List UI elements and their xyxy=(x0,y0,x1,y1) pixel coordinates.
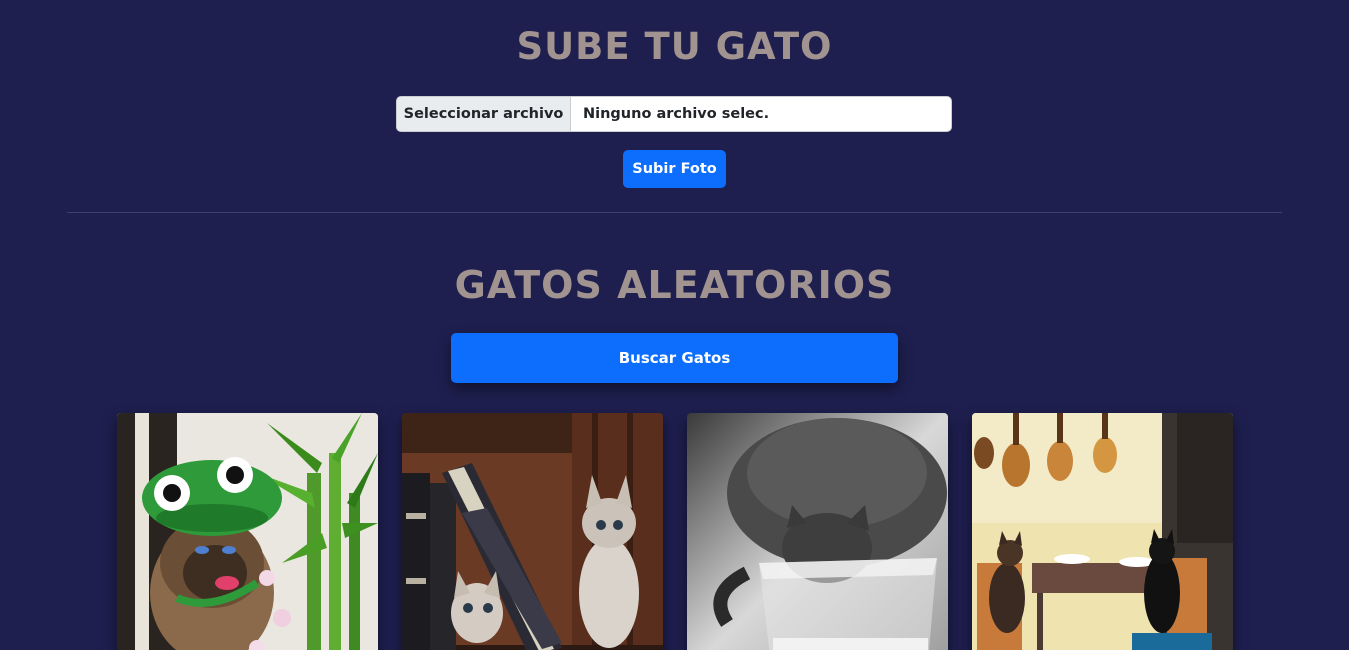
cat-photo-card[interactable] xyxy=(972,413,1233,650)
cat-photo-milk-glass xyxy=(687,413,948,650)
search-cats-button[interactable]: Buscar Gatos xyxy=(451,333,898,383)
cat-photo-frog-hat xyxy=(117,413,378,650)
file-name-text: Ninguno archivo selec. xyxy=(583,106,770,122)
cat-photo-card[interactable] xyxy=(687,413,948,650)
page: SUBE TU GATO Seleccionar archivo Ninguno… xyxy=(0,0,1349,650)
upload-title: SUBE TU GATO xyxy=(516,25,833,68)
upload-photo-button[interactable]: Subir Foto xyxy=(623,150,726,188)
section-divider xyxy=(67,212,1282,213)
cat-photo-card[interactable] xyxy=(402,413,663,650)
file-input[interactable]: Seleccionar archivo Ninguno archivo sele… xyxy=(396,96,952,132)
cat-photo-card[interactable] xyxy=(117,413,378,650)
random-cats-title: GATOS ALEATORIOS xyxy=(454,263,895,307)
choose-file-button[interactable]: Seleccionar archivo xyxy=(397,97,571,131)
cat-photo-cats-table xyxy=(972,413,1233,650)
cat-photo-kittens-books xyxy=(402,413,663,650)
